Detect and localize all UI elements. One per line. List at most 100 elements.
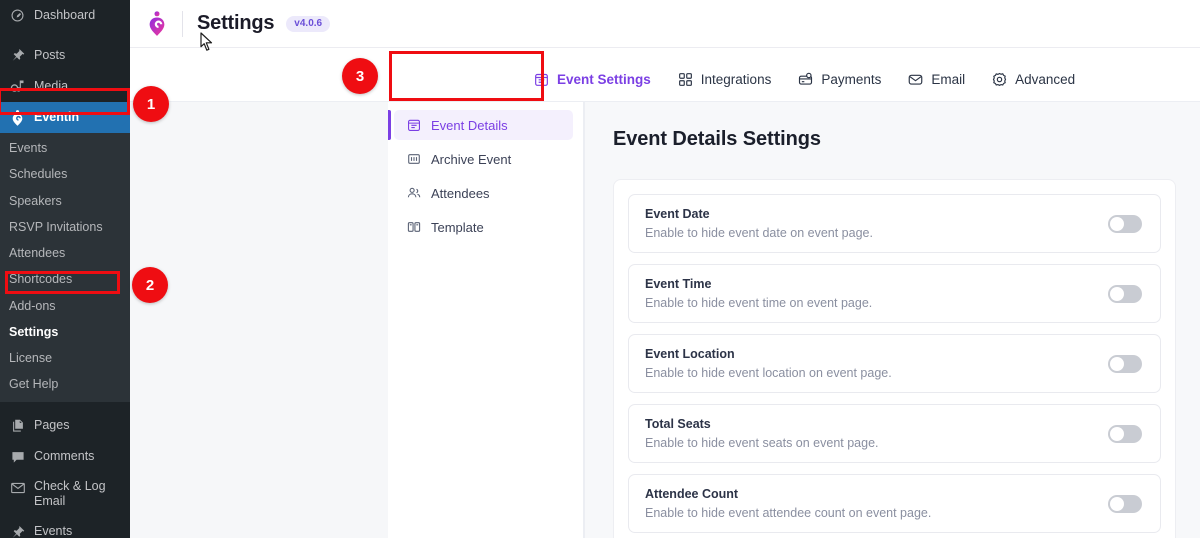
subnav-item-event-details[interactable]: Event Details — [394, 110, 573, 140]
sidebar-item-comments[interactable]: Comments — [0, 442, 130, 473]
tab-label: Advanced — [1015, 72, 1075, 87]
settings-page: Dashboard Posts Media Eventin Events Sch… — [0, 0, 1200, 538]
gear-icon — [991, 71, 1008, 88]
settings-subnav: Event Details Archive Event Attendees — [388, 102, 584, 538]
toggle-total-seats[interactable] — [1108, 425, 1142, 443]
setting-row-event-time: Event Time Enable to hide event time on … — [628, 264, 1161, 323]
calendar-icon — [406, 117, 422, 133]
toggle-event-date[interactable] — [1108, 215, 1142, 233]
grid-dots-icon — [677, 71, 694, 88]
sidebar-item-events-cpt[interactable]: Events — [0, 517, 130, 538]
archive-icon — [406, 151, 422, 167]
setting-text: Event Time Enable to hide event time on … — [645, 277, 872, 310]
pin-icon — [9, 47, 26, 64]
eventin-logo-icon — [144, 10, 170, 38]
sidebar-label: Events — [34, 524, 72, 538]
tab-payments[interactable]: Payments — [784, 57, 894, 101]
tab-event-settings[interactable]: Event Settings — [520, 57, 664, 101]
setting-row-event-location: Event Location Enable to hide event loca… — [628, 334, 1161, 393]
sidebar-label: Check & Log Email — [34, 479, 130, 510]
submenu-item-shortcodes[interactable]: Shortcodes — [0, 266, 130, 292]
submenu-item-license[interactable]: License — [0, 345, 130, 371]
setting-label: Event Time — [645, 277, 872, 291]
setting-label: Event Location — [645, 347, 892, 361]
tab-label: Event Settings — [557, 72, 651, 87]
tab-email[interactable]: Email — [894, 57, 978, 101]
tab-integrations[interactable]: Integrations — [664, 57, 785, 101]
subnav-item-template[interactable]: Template — [394, 212, 573, 242]
setting-text: Event Location Enable to hide event loca… — [645, 347, 892, 380]
setting-description: Enable to hide event seats on event page… — [645, 436, 879, 450]
eventin-submenu: Events Schedules Speakers RSVP Invitatio… — [0, 133, 130, 402]
sidebar-item-media[interactable]: Media — [0, 71, 130, 102]
template-icon — [406, 219, 422, 235]
tab-advanced[interactable]: Advanced — [978, 57, 1088, 101]
sidebar-item-posts[interactable]: Posts — [0, 40, 130, 71]
pages-icon — [9, 418, 26, 435]
main-area: Settings v4.0.6 Event Settings Integrati… — [130, 0, 1200, 538]
setting-row-total-seats: Total Seats Enable to hide event seats o… — [628, 404, 1161, 463]
subnav-label: Archive Event — [431, 152, 511, 167]
subnav-label: Event Details — [431, 118, 508, 133]
setting-text: Attendee Count Enable to hide event atte… — [645, 487, 931, 520]
tab-label: Integrations — [701, 72, 772, 87]
annotation-badge-1: 1 — [133, 86, 169, 122]
setting-row-event-date: Event Date Enable to hide event date on … — [628, 194, 1161, 253]
users-icon — [406, 185, 422, 201]
setting-label: Attendee Count — [645, 487, 931, 501]
dashboard-icon — [9, 7, 26, 24]
sidebar-label: Pages — [34, 418, 69, 434]
submenu-item-speakers[interactable]: Speakers — [0, 188, 130, 214]
submenu-item-add-ons[interactable]: Add-ons — [0, 293, 130, 319]
sidebar-item-eventin[interactable]: Eventin — [0, 102, 130, 133]
payment-card-icon — [797, 71, 814, 88]
envelope-icon — [9, 480, 26, 497]
subnav-item-archive-event[interactable]: Archive Event — [394, 144, 573, 174]
subnav-label: Template — [431, 220, 484, 235]
version-badge: v4.0.6 — [286, 16, 330, 32]
setting-row-attendee-count: Attendee Count Enable to hide event atte… — [628, 474, 1161, 533]
comment-icon — [9, 449, 26, 466]
sidebar-item-pages[interactable]: Pages — [0, 411, 130, 442]
toggle-attendee-count[interactable] — [1108, 495, 1142, 513]
submenu-item-schedules[interactable]: Schedules — [0, 161, 130, 187]
toggle-event-time[interactable] — [1108, 285, 1142, 303]
settings-card: Event Date Enable to hide event date on … — [613, 179, 1176, 538]
mouse-cursor — [200, 32, 214, 52]
tab-label: Payments — [821, 72, 881, 87]
media-icon — [9, 78, 26, 95]
sidebar-label: Comments — [34, 449, 94, 465]
header-divider — [182, 11, 183, 37]
submenu-item-events[interactable]: Events — [0, 135, 130, 161]
sidebar-divider-2 — [0, 402, 130, 411]
submenu-item-get-help[interactable]: Get Help — [0, 371, 130, 397]
calendar-icon — [533, 71, 550, 88]
setting-description: Enable to hide event time on event page. — [645, 296, 872, 310]
subnav-label: Attendees — [431, 186, 490, 201]
annotation-badge-3: 3 — [342, 58, 378, 94]
setting-text: Event Date Enable to hide event date on … — [645, 207, 873, 240]
eventin-icon — [9, 109, 26, 126]
tab-label: Email — [931, 72, 965, 87]
setting-description: Enable to hide event attendee count on e… — [645, 506, 931, 520]
toggle-event-location[interactable] — [1108, 355, 1142, 373]
submenu-item-rsvp-invitations[interactable]: RSVP Invitations — [0, 214, 130, 240]
sidebar-label: Eventin — [34, 110, 79, 126]
submenu-item-attendees[interactable]: Attendees — [0, 240, 130, 266]
annotation-badge-2: 2 — [132, 267, 168, 303]
submenu-item-settings[interactable]: Settings — [0, 319, 130, 345]
settings-tabbar: Event Settings Integrations Payments Ema… — [130, 48, 1200, 102]
setting-label: Total Seats — [645, 417, 879, 431]
sidebar-label: Posts — [34, 48, 65, 64]
sidebar-label: Dashboard — [34, 8, 95, 24]
subnav-item-attendees[interactable]: Attendees — [394, 178, 573, 208]
settings-content: Event Details Settings Event Date Enable… — [584, 102, 1200, 538]
app-header: Settings v4.0.6 — [130, 0, 1200, 48]
content-title: Event Details Settings — [613, 128, 1176, 151]
sidebar-item-dashboard[interactable]: Dashboard — [0, 0, 130, 31]
sidebar-label: Media — [34, 79, 68, 95]
setting-label: Event Date — [645, 207, 873, 221]
sidebar-item-check-log-email[interactable]: Check & Log Email — [0, 473, 130, 517]
settings-body: Event Details Archive Event Attendees — [130, 102, 1200, 538]
sidebar-divider — [0, 31, 130, 40]
